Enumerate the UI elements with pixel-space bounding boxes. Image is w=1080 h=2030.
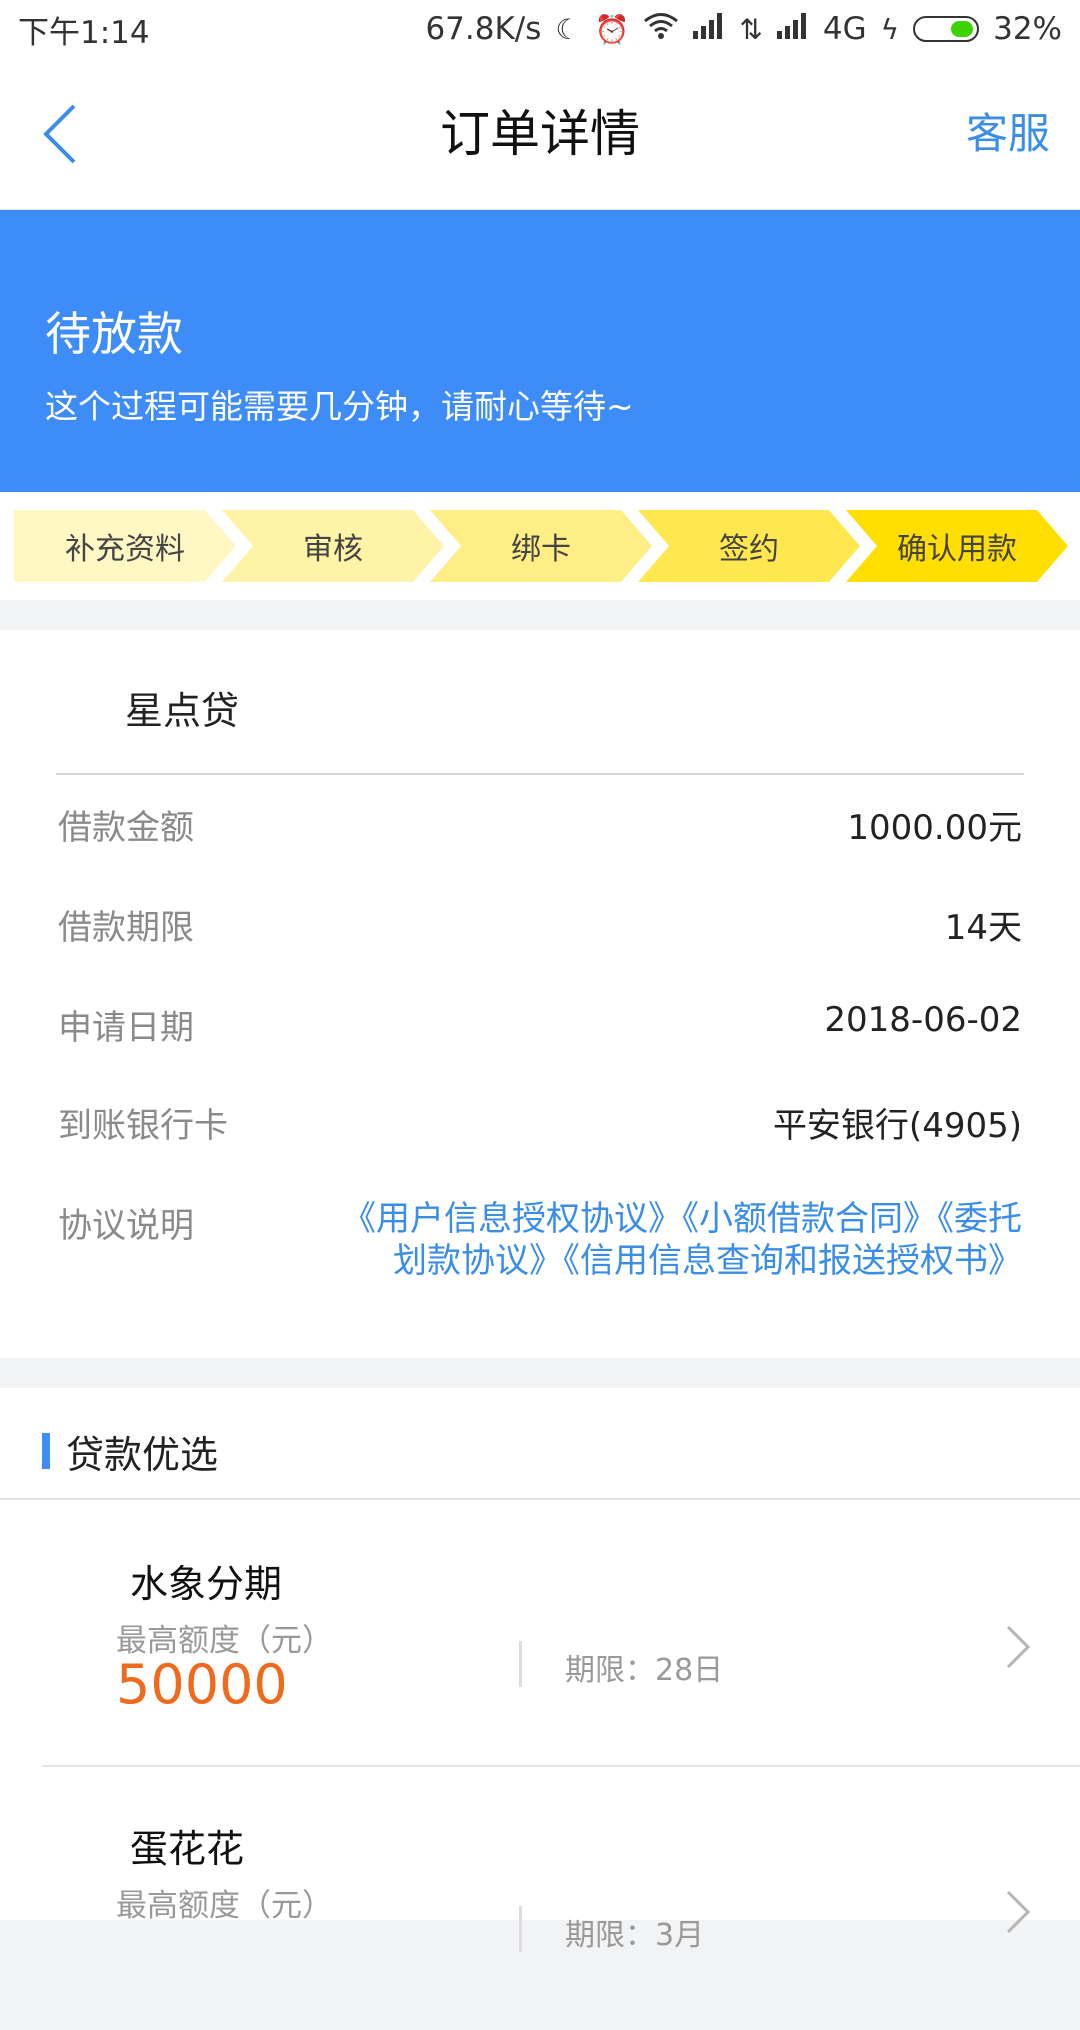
alarm-icon: ⏰	[594, 12, 630, 46]
detail-row-term: 借款期限 14天	[58, 900, 1022, 949]
data-arrows-icon: ⇅	[739, 12, 763, 46]
status-bar: 下午1:14 67.8K/s ☾ ⏰ ⇅ 4G ϟ 32%	[0, 0, 1080, 58]
signal-icon	[776, 12, 809, 46]
status-banner: 待放款 这个过程可能需要几分钟，请耐心等待~	[0, 210, 1080, 492]
loan-name: 蛋花花	[130, 1827, 245, 1871]
detail-row-bank-card: 到账银行卡 平安银行(4905)	[58, 1098, 1022, 1147]
row-label: 到账银行卡	[58, 1106, 228, 1146]
detail-row-date: 申请日期 2018-06-02	[58, 1000, 1022, 1049]
detail-row-agreements: 协议说明 《用户信息授权协议》《小额借款合同》《委托划款协议》《信用信息查询和报…	[58, 1198, 1022, 1282]
row-label: 申请日期	[58, 1008, 194, 1048]
loan-item[interactable]: 蛋花花 最高额度（元） 期限：3月	[0, 1768, 1080, 2030]
agreement-link-user-info[interactable]: 《用户信息授权协议》	[342, 1199, 682, 1239]
order-status-description: 这个过程可能需要几分钟，请耐心等待~	[45, 387, 634, 426]
recommend-section: 贷款优选 水象分期 最高额度（元） 50000 期限：28日 蛋花花 最高额度（…	[0, 1388, 1080, 1953]
loan-name: 水象分期	[130, 1562, 283, 1606]
row-value: 14天	[944, 908, 1022, 948]
step-sign: 签约	[638, 510, 860, 582]
section-accent-bar	[42, 1433, 50, 1469]
step-label: 审核	[303, 532, 363, 567]
agreement-link-credit-query[interactable]: 《信用信息查询和报送授权书》	[563, 1241, 1022, 1281]
step-supplement: 补充资料	[14, 510, 236, 582]
recommend-header: 贷款优选	[0, 1388, 1080, 1500]
limit-amount: 50000	[116, 1653, 288, 1716]
agreement-links: 《用户信息授权协议》《小额借款合同》《委托划款协议》《信用信息查询和报送授权书》	[332, 1198, 1022, 1282]
status-time: 下午1:14	[18, 14, 150, 51]
net-speed: 67.8K/s	[425, 11, 542, 47]
step-review: 审核	[222, 510, 444, 582]
nav-bar: 订单详情 客服	[0, 58, 1080, 210]
limit-label: 最高额度（元）	[116, 1888, 333, 1924]
progress-steps: 补充资料 审核 绑卡 签约 确认用款	[0, 492, 1080, 600]
chevron-right-icon	[1006, 1625, 1031, 1669]
row-label: 借款金额	[58, 808, 194, 848]
step-label: 签约	[719, 532, 779, 567]
step-label: 补充资料	[65, 532, 185, 567]
divider	[519, 1906, 522, 1952]
divider	[42, 1765, 1080, 1767]
status-right: 67.8K/s ☾ ⏰ ⇅ 4G ϟ 32%	[425, 11, 1062, 47]
detail-row-amount: 借款金额 1000.00元	[58, 800, 1022, 849]
loan-term: 期限：28日	[565, 1653, 724, 1688]
page-title: 订单详情	[440, 105, 640, 163]
row-value: 1000.00元	[847, 808, 1022, 848]
row-label: 借款期限	[58, 908, 194, 948]
loan-item[interactable]: 水象分期 最高额度（元） 50000 期限：28日	[0, 1503, 1080, 1765]
row-value: 2018-06-02	[824, 1000, 1022, 1040]
order-detail-card: 星点贷 借款金额 1000.00元 借款期限 14天 申请日期 2018-06-…	[0, 630, 1080, 1358]
row-label: 协议说明	[58, 1206, 194, 1246]
product-name: 星点贷	[125, 689, 240, 733]
step-label: 确认用款	[897, 532, 1017, 567]
battery-icon	[913, 16, 980, 42]
charging-icon: ϟ	[880, 12, 900, 46]
row-value: 平安银行(4905)	[772, 1106, 1022, 1146]
customer-service-button[interactable]: 客服	[966, 58, 1050, 210]
agreement-link-loan-contract[interactable]: 《小额借款合同》	[682, 1199, 937, 1239]
step-label: 绑卡	[511, 532, 571, 567]
order-status-title: 待放款	[45, 307, 183, 361]
loan-term: 期限：3月	[565, 1918, 705, 1953]
chevron-right-icon	[1006, 1890, 1031, 1934]
divider	[519, 1641, 522, 1687]
network-type: 4G	[822, 11, 867, 47]
step-confirm: 确认用款	[846, 510, 1068, 582]
recommend-title: 贷款优选	[66, 1433, 219, 1477]
signal-icon	[693, 12, 725, 46]
battery-level: 32%	[993, 11, 1062, 47]
step-bind-card: 绑卡	[430, 510, 652, 582]
wifi-icon	[643, 12, 679, 47]
moon-icon: ☾	[555, 12, 581, 46]
divider	[56, 773, 1024, 775]
